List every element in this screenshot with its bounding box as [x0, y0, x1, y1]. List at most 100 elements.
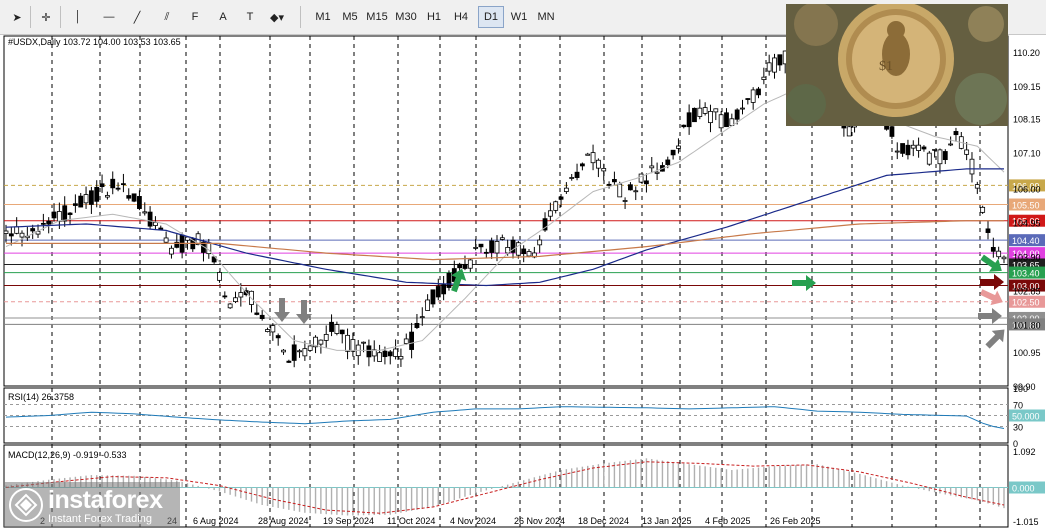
candle-body: [350, 339, 356, 352]
candle-body: [745, 98, 751, 100]
candle-body: [937, 149, 943, 165]
timeframe-mn-button[interactable]: MN: [533, 6, 559, 28]
candle-body: [590, 152, 596, 164]
candle-body: [430, 289, 436, 305]
candle-body: [329, 321, 334, 332]
candle-body: [633, 190, 639, 193]
channel-icon[interactable]: ⫽: [156, 6, 178, 28]
macd-tick: 1.092: [1013, 447, 1036, 457]
candle-body: [414, 322, 420, 328]
candle-body: [398, 356, 404, 360]
candle-body: [99, 183, 105, 188]
rsi-tick: 70: [1013, 401, 1023, 411]
price-tick: 108.15: [1013, 115, 1041, 125]
candle-body: [339, 329, 345, 335]
timeframe-h1-button[interactable]: H1: [421, 6, 447, 28]
candle-body: [1001, 256, 1007, 260]
cursor-icon[interactable]: ➤: [6, 6, 28, 28]
candle-body: [990, 247, 996, 252]
candle-body: [83, 194, 89, 204]
candle-body: [750, 89, 756, 103]
candle-body: [734, 109, 740, 120]
timeframe-m5-button[interactable]: M5: [337, 6, 363, 28]
timeframe-d1-button[interactable]: D1: [478, 6, 504, 28]
candle-body: [644, 180, 649, 185]
logo-name: instaforex: [48, 486, 163, 514]
candle-body: [419, 316, 425, 319]
candle-body: [126, 195, 132, 199]
candle-body: [846, 126, 852, 137]
price-tick: 104.95: [1013, 218, 1041, 228]
candle-body: [307, 345, 313, 351]
candle-body: [121, 183, 126, 186]
candle-body: [169, 247, 174, 255]
instaforex-mark-icon: [9, 488, 43, 522]
price-tick: 109.15: [1013, 82, 1041, 92]
candle-body: [494, 241, 500, 254]
candle-body: [932, 148, 938, 151]
candle-body: [894, 150, 900, 153]
text-icon[interactable]: A: [212, 6, 234, 28]
trendline-icon[interactable]: ╱: [126, 6, 148, 28]
candle-body: [708, 110, 713, 124]
candle-body: [286, 360, 292, 363]
candle-body: [323, 333, 329, 341]
candle-body: [457, 263, 463, 269]
toolbar-separator: [60, 6, 61, 28]
candle-body: [654, 171, 660, 174]
candle-body: [478, 243, 484, 248]
candle-body: [761, 76, 767, 80]
fibonacci-icon[interactable]: F: [184, 6, 206, 28]
timeframe-m15-button[interactable]: M15: [364, 6, 390, 28]
timeframe-w1-button[interactable]: W1: [506, 6, 532, 28]
level-label: 102.50: [1012, 298, 1040, 308]
level-label: 105.50: [1012, 201, 1040, 211]
candle-body: [574, 171, 580, 178]
rsi-level-badge: 50.000: [1012, 412, 1040, 422]
candle-body: [222, 295, 228, 298]
candle-body: [142, 211, 148, 214]
candle-body: [889, 126, 895, 137]
date-tick: 26 Feb 2025: [770, 516, 821, 526]
toolbar-separator: [30, 6, 31, 28]
candle-body: [969, 158, 975, 175]
candle-body: [948, 143, 954, 146]
candle-body: [665, 159, 671, 165]
horizontal-line-icon[interactable]: —: [98, 6, 120, 28]
candle-body: [974, 184, 980, 189]
logo-tagline: Instant Forex Trading: [48, 513, 152, 525]
candle-body: [526, 251, 532, 257]
candle-body: [724, 112, 729, 128]
macd-title: MACD(12,26,9) -0.919 -0.533: [8, 450, 127, 460]
price-tick: 107.10: [1013, 149, 1041, 159]
date-tick: 11 Oct 2024: [387, 516, 435, 526]
text-label-icon[interactable]: T: [239, 6, 261, 28]
candle-body: [612, 179, 617, 183]
candle-body: [473, 247, 479, 249]
timeframe-h4-button[interactable]: H4: [448, 6, 474, 28]
candle-body: [766, 62, 772, 72]
shapes-dropdown-icon[interactable]: ◆▾: [266, 6, 288, 28]
rsi-tick: 30: [1013, 423, 1023, 433]
candle-body: [56, 211, 62, 222]
candle-body: [217, 272, 222, 281]
candle-body: [617, 183, 623, 198]
crosshair-icon[interactable]: ✛: [35, 6, 57, 28]
vertical-line-icon[interactable]: │: [67, 6, 89, 28]
candle-body: [259, 314, 265, 319]
macd-level-badge: 0.000: [1012, 483, 1035, 493]
candle-body: [900, 143, 905, 154]
candle-body: [270, 325, 276, 333]
date-tick: 19 Sep 2024: [323, 516, 374, 526]
timeframe-m30-button[interactable]: M30: [393, 6, 419, 28]
candle-body: [72, 203, 78, 206]
timeframe-m1-button[interactable]: M1: [310, 6, 336, 28]
candle-body: [996, 250, 1002, 258]
candle-body: [345, 334, 350, 352]
candle-body: [254, 312, 260, 315]
candle-body: [88, 190, 94, 205]
candle-body: [275, 335, 281, 339]
level-label: 104.40: [1012, 236, 1040, 246]
candle-body: [628, 184, 633, 191]
candle-body: [467, 259, 473, 269]
